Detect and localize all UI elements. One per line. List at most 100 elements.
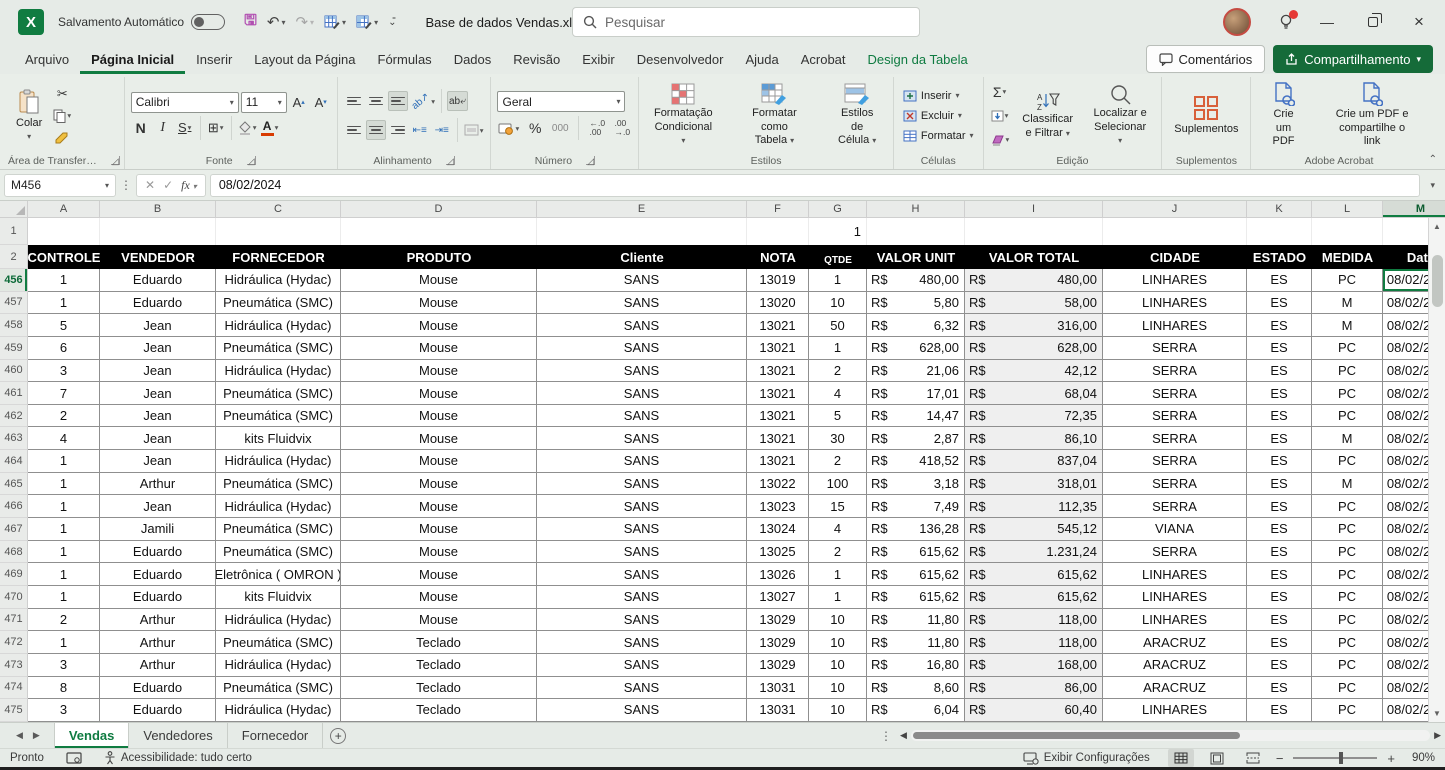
table-header-controle[interactable]: CONTROLE (28, 245, 100, 269)
cell[interactable]: Jean (100, 337, 216, 360)
row-header[interactable]: 465 (0, 473, 28, 496)
format-as-table-button[interactable]: Formatar comoTabela ▾ (731, 81, 817, 150)
zoom-slider[interactable] (1293, 757, 1377, 759)
cell[interactable] (747, 218, 809, 245)
vertical-scroll-thumb[interactable] (1432, 255, 1443, 307)
vertical-scrollbar[interactable]: ▲ ▼ (1428, 218, 1445, 722)
sheet-nav-left-icon[interactable]: ◀ (16, 730, 23, 741)
table-header-estado[interactable]: ESTADO (1247, 245, 1312, 269)
excel-logo-icon[interactable]: X (18, 9, 44, 35)
cell[interactable]: R$60,40 (965, 699, 1103, 722)
font-size-select[interactable]: 11▾ (241, 92, 287, 113)
cell[interactable]: Jean (100, 382, 216, 405)
cell[interactable]: PC (1312, 586, 1383, 609)
row-header[interactable]: 1 (0, 218, 28, 245)
feedback-lightbulb-icon[interactable] (1271, 7, 1301, 37)
cell[interactable]: Arthur (100, 473, 216, 496)
cell[interactable]: Pneumática (SMC) (216, 337, 341, 360)
format-cells-button[interactable]: Formatar▾ (900, 129, 977, 143)
cell[interactable]: R$5,80 (867, 292, 965, 315)
cell[interactable]: ES (1247, 654, 1312, 677)
tab-inserir[interactable]: Inserir (185, 44, 243, 74)
autosave-control[interactable]: Salvamento Automático (58, 14, 225, 30)
search-box[interactable] (572, 7, 920, 37)
autosum-icon[interactable]: Σ▾ (990, 82, 1010, 102)
cell[interactable]: R$615,62 (965, 586, 1103, 609)
formula-input[interactable]: 08/02/2024 (210, 174, 1421, 197)
cell[interactable]: 5 (28, 314, 100, 337)
cell[interactable]: Pneumática (SMC) (216, 473, 341, 496)
cell[interactable]: ES (1247, 609, 1312, 632)
cell[interactable]: ES (1247, 314, 1312, 337)
cell[interactable]: 13019 (747, 269, 809, 292)
cell[interactable]: Mouse (341, 292, 537, 315)
cell[interactable]: SANS (537, 563, 747, 586)
cell[interactable]: R$168,00 (965, 654, 1103, 677)
cell[interactable]: 1 (809, 563, 867, 586)
cell[interactable]: Hidráulica (Hydac) (216, 609, 341, 632)
addins-button[interactable]: Suplementos (1168, 93, 1244, 139)
align-right-icon[interactable] (388, 120, 408, 140)
cell[interactable]: R$16,80 (867, 654, 965, 677)
cell[interactable]: 50 (809, 314, 867, 337)
redo-icon[interactable]: ↷▾ (292, 11, 317, 33)
cell[interactable]: R$6,32 (867, 314, 965, 337)
cell[interactable]: ES (1247, 631, 1312, 654)
align-middle-icon[interactable] (366, 91, 386, 111)
row-header[interactable]: 464 (0, 450, 28, 473)
cell[interactable]: Eletrônica ( OMRON ) (216, 563, 341, 586)
column-header-I[interactable]: I (965, 201, 1103, 217)
cell[interactable]: Arthur (100, 631, 216, 654)
cell[interactable]: VIANA (1103, 518, 1247, 541)
cell[interactable]: SANS (537, 586, 747, 609)
table-format-icon[interactable]: ▾ (353, 13, 381, 31)
cell[interactable]: M (1312, 473, 1383, 496)
cell[interactable]: R$11,80 (867, 631, 965, 654)
cell[interactable]: 10 (809, 631, 867, 654)
sort-filter-button[interactable]: AZ Classificare Filtrar ▾ (1016, 89, 1079, 143)
cell[interactable]: Mouse (341, 450, 537, 473)
percent-style-icon[interactable]: % (525, 118, 545, 138)
cell[interactable]: 3 (28, 699, 100, 722)
cell[interactable]: R$86,00 (965, 677, 1103, 700)
account-avatar[interactable] (1223, 8, 1251, 36)
increase-indent-icon[interactable]: ⇥≡ (432, 120, 452, 140)
cell[interactable] (216, 218, 341, 245)
table-header-nota[interactable]: NOTA (747, 245, 809, 269)
cell[interactable]: Eduardo (100, 586, 216, 609)
cell[interactable]: LINHARES (1103, 292, 1247, 315)
cell[interactable]: 10 (809, 654, 867, 677)
cell[interactable]: R$615,62 (867, 563, 965, 586)
cell[interactable]: 1 (809, 218, 867, 245)
cell[interactable]: 13029 (747, 609, 809, 632)
cell[interactable]: Pneumática (SMC) (216, 677, 341, 700)
cell[interactable]: 1 (28, 518, 100, 541)
cell[interactable]: 1 (28, 473, 100, 496)
cell[interactable]: 13031 (747, 677, 809, 700)
cell[interactable]: Jean (100, 427, 216, 450)
italic-button[interactable]: I (153, 118, 173, 138)
cell[interactable]: LINHARES (1103, 586, 1247, 609)
number-dialog-launcher-icon[interactable]: ◿ (586, 156, 595, 165)
cell[interactable]: Eduardo (100, 677, 216, 700)
cell[interactable]: 4 (809, 518, 867, 541)
horizontal-scroll-thumb[interactable] (913, 732, 1240, 739)
cell[interactable]: ARACRUZ (1103, 677, 1247, 700)
cell[interactable]: 6 (28, 337, 100, 360)
cell[interactable]: 4 (28, 427, 100, 450)
cell[interactable]: PC (1312, 677, 1383, 700)
cell[interactable]: 1 (28, 541, 100, 564)
cell[interactable]: 1 (28, 292, 100, 315)
cell[interactable]: Pneumática (SMC) (216, 382, 341, 405)
cell[interactable] (537, 218, 747, 245)
cell[interactable]: M (1312, 427, 1383, 450)
cell[interactable]: PC (1312, 337, 1383, 360)
cell[interactable]: Hidráulica (Hydac) (216, 654, 341, 677)
number-format-select[interactable]: Geral▾ (497, 91, 625, 112)
row-header[interactable]: 456 (0, 269, 28, 292)
cell[interactable]: R$628,00 (965, 337, 1103, 360)
delete-cells-button[interactable]: Excluir▾ (900, 109, 965, 123)
cell[interactable]: R$628,00 (867, 337, 965, 360)
cell[interactable]: ES (1247, 382, 1312, 405)
cell[interactable]: R$14,47 (867, 405, 965, 428)
